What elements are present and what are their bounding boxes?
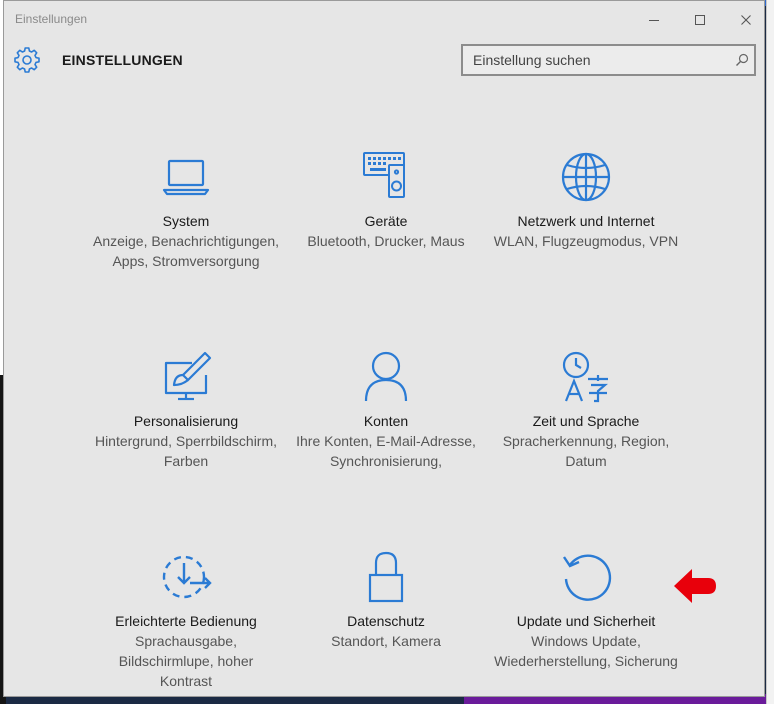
search-icon[interactable]	[734, 52, 750, 68]
tile-time-language[interactable]: Zeit und Sprache Spracherkennung, Region…	[486, 349, 686, 471]
tile-title: Erleichterte Bedienung	[115, 613, 257, 629]
tile-title: System	[162, 213, 210, 229]
tile-description: Hintergrund, Sperrbildschirm, Farben	[94, 433, 278, 469]
page-title: EINSTELLUNGEN	[62, 52, 183, 68]
tile-title: Update und Sicherheit	[516, 613, 656, 629]
window-title: Einstellungen	[15, 12, 88, 26]
devices-icon	[363, 152, 405, 198]
laptop-icon	[162, 159, 210, 196]
tile-title: Konten	[363, 413, 409, 429]
tile-description: Anzeige, Benachrichtigungen, Apps, Strom…	[92, 233, 280, 269]
minimize-icon	[649, 20, 659, 21]
time-language-icon	[562, 351, 608, 403]
tile-description: Bluetooth, Drucker, Maus	[307, 233, 465, 249]
tile-description: Sprachausgabe, Bildschirmlupe, hoher Kon…	[118, 633, 254, 689]
personalization-icon	[164, 351, 212, 401]
globe-icon	[561, 152, 611, 202]
tile-update-security[interactable]: Update und Sicherheit Windows Update, Wi…	[486, 549, 686, 671]
tile-title: Datenschutz	[347, 613, 425, 629]
title-bar[interactable]: Einstellungen	[4, 1, 764, 37]
maximize-button[interactable]	[678, 7, 722, 33]
tile-title: Personalisierung	[133, 413, 239, 429]
maximize-icon	[695, 15, 705, 25]
search-box[interactable]	[461, 44, 756, 76]
settings-header: EINSTELLUNGEN	[4, 39, 764, 83]
update-icon	[563, 554, 612, 601]
background-window	[766, 0, 774, 704]
red-arrow-annotation	[674, 569, 716, 603]
settings-window: Einstellungen EINSTELLUNGEN Einstellung …	[3, 0, 765, 697]
tile-description: Ihre Konten, E-Mail-Adresse, Synchronisi…	[296, 433, 476, 469]
tile-accounts[interactable]: Konten Ihre Konten, E-Mail-Adresse, Sync…	[286, 349, 486, 471]
minimize-button[interactable]	[632, 7, 676, 33]
tile-privacy[interactable]: Datenschutz Standort, Kamera	[286, 549, 486, 651]
close-button[interactable]	[724, 7, 768, 33]
lock-icon	[368, 551, 404, 603]
gear-icon	[14, 47, 40, 73]
tile-description: Standort, Kamera	[331, 633, 441, 649]
tile-personalization[interactable]: Personalisierung Hintergrund, Sperrbilds…	[86, 349, 286, 471]
tile-description: Windows Update, Wiederherstellung, Siche…	[494, 633, 678, 669]
tile-network[interactable]: Netzwerk und Internet WLAN, Flugzeugmodu…	[486, 149, 686, 251]
tile-title: Zeit und Sprache	[532, 413, 640, 429]
tile-description: Spracherkennung, Region, Datum	[502, 433, 670, 469]
tile-description: WLAN, Flugzeugmodus, VPN	[493, 233, 679, 249]
tile-system[interactable]: System Anzeige, Benachrichtigungen, Apps…	[86, 149, 286, 271]
search-input[interactable]	[463, 46, 733, 74]
ease-of-access-icon	[162, 555, 212, 599]
tile-devices[interactable]: Geräte Bluetooth, Drucker, Maus	[286, 149, 486, 251]
person-icon	[364, 351, 408, 402]
tile-ease-of-access[interactable]: Erleichterte Bedienung Sprachausgabe, Bi…	[86, 549, 286, 691]
tile-title: Geräte	[364, 213, 408, 229]
close-icon	[741, 15, 751, 25]
tile-title: Netzwerk und Internet	[517, 213, 655, 229]
